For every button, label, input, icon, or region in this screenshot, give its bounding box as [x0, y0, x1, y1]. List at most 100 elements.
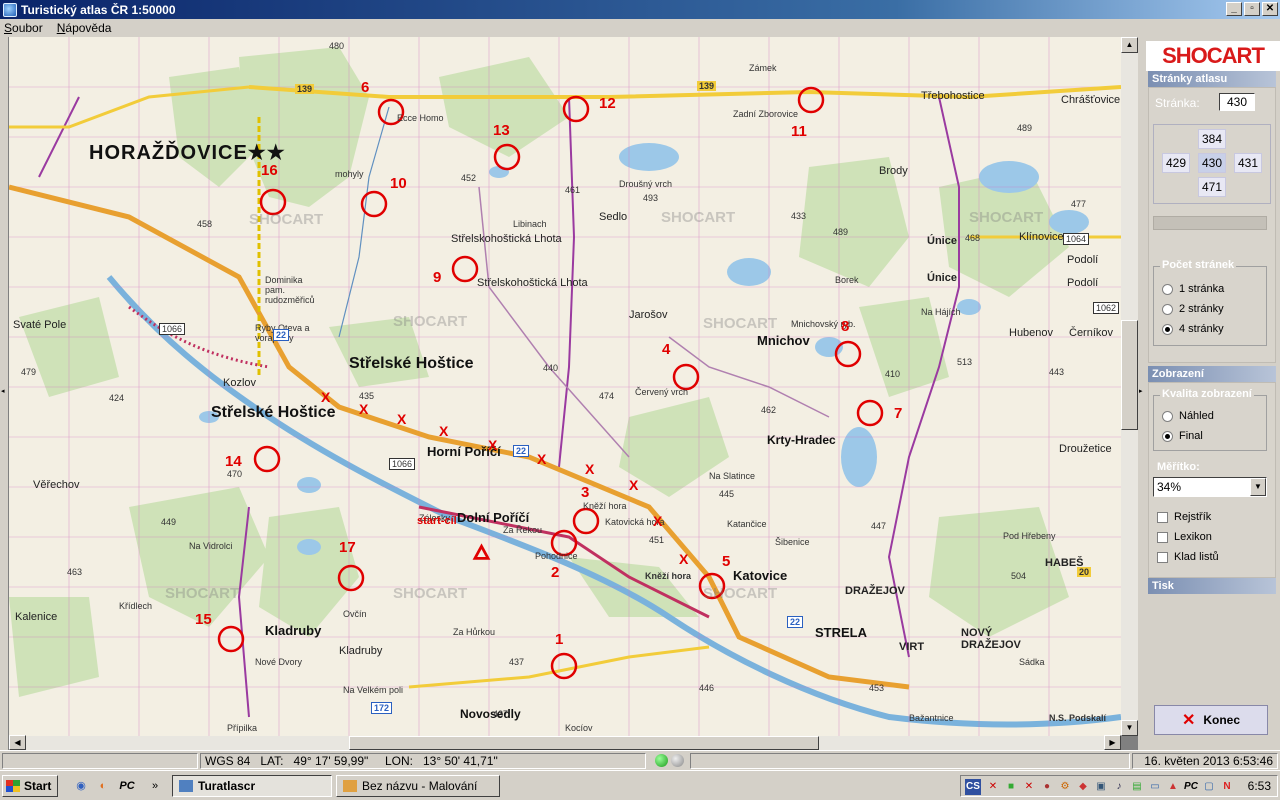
warning-icon[interactable]: ✕ — [1021, 779, 1037, 795]
close-button[interactable]: ✕ — [1262, 2, 1278, 16]
place-za-hurkou: Za Hůrkou — [453, 627, 496, 637]
menu-bar: Soubor Nápověda — [0, 19, 1280, 37]
section-header-display[interactable]: Zobrazení — [1148, 366, 1276, 382]
marker-1[interactable]: 1 — [555, 631, 563, 648]
town-katovice: Katovice — [733, 568, 788, 583]
marker-9[interactable]: 9 — [433, 269, 441, 286]
browser-icon[interactable]: ◉ — [72, 777, 90, 795]
pc-tray-icon[interactable]: PC — [1183, 779, 1199, 795]
minimize-button[interactable]: _ — [1226, 2, 1242, 16]
radio-final[interactable]: Final — [1162, 430, 1203, 442]
scroll-left-icon[interactable]: ◀ — [9, 735, 26, 750]
page-cell-right[interactable]: 431 — [1234, 153, 1262, 173]
map-frame: ◂ HORAŽĎOVICE★★ Střelské Hoštice Střelsk… — [0, 37, 1140, 750]
page-count-title: Počet stránek — [1160, 259, 1237, 271]
map-view[interactable]: HORAŽĎOVICE★★ Střelské Hoštice Střelské … — [9, 37, 1121, 736]
scroll-right-icon[interactable]: ▶ — [1104, 735, 1121, 750]
marker-5[interactable]: 5 — [722, 553, 730, 570]
vertical-scroll-thumb[interactable] — [1121, 320, 1138, 430]
marker-3[interactable]: 3 — [581, 484, 589, 501]
route-mark: X — [679, 551, 689, 567]
marker-10[interactable]: 10 — [390, 175, 407, 192]
taskbar-item-paint[interactable]: Bez názvu - Malování — [336, 775, 500, 797]
spot-height: 513 — [957, 357, 973, 367]
watermark: SHOCART — [703, 315, 778, 332]
restore-button[interactable]: ▫ — [1244, 2, 1260, 16]
checkbox-icon[interactable] — [1157, 551, 1168, 563]
town-novosedly: Novosedly — [460, 707, 521, 721]
road-number: 22 — [787, 616, 804, 628]
antivirus-icon[interactable]: ● — [1039, 779, 1055, 795]
map-horizontal-scrollbar[interactable]: ◀ ▶ — [9, 735, 1121, 750]
monitor-icon[interactable]: ▭ — [1147, 779, 1163, 795]
checkbox-icon[interactable] — [1157, 531, 1168, 543]
exit-button[interactable]: ✕ Konec — [1154, 705, 1268, 735]
marker-12[interactable]: 12 — [599, 95, 616, 112]
section-header-pages[interactable]: Stránky atlasu — [1148, 71, 1276, 87]
pc-app-icon[interactable]: PC — [118, 777, 136, 795]
page-cell-bottom[interactable]: 471 — [1198, 177, 1226, 197]
update-icon[interactable]: ⚙ — [1057, 779, 1073, 795]
scroll-up-icon[interactable]: ▲ — [1121, 37, 1138, 53]
menu-napoveda[interactable]: Nápověda — [57, 21, 112, 35]
security-icon[interactable]: ■ — [1003, 779, 1019, 795]
map-vertical-scrollbar[interactable]: ▲ ▼ — [1121, 37, 1138, 736]
app-tray-icon[interactable]: ▤ — [1129, 779, 1145, 795]
marker-16[interactable]: 16 — [261, 162, 278, 179]
town-svate-pole: Svaté Pole — [13, 319, 67, 331]
tray-flag-icon[interactable]: ▲ — [1165, 779, 1181, 795]
check-klad-listu[interactable]: Klad listů — [1157, 551, 1219, 563]
start-button[interactable]: Start — [2, 775, 58, 797]
place-cerveny-vrch: Červený vrch — [635, 387, 689, 397]
place-ovcin: Ovčín — [343, 609, 367, 619]
chevron-down-icon[interactable]: ▼ — [1250, 478, 1266, 496]
checkbox-icon[interactable] — [1157, 511, 1168, 523]
clock[interactable]: 6:53 — [1248, 779, 1271, 793]
check-lexikon[interactable]: Lexikon — [1157, 531, 1212, 543]
language-icon[interactable]: CS — [965, 779, 981, 795]
side-panel: SHOCART Stránky atlasu Stránka: 430 384 … — [1146, 37, 1280, 750]
radio-2-pages[interactable]: 2 stránky — [1162, 303, 1224, 315]
quicklaunch-more-icon[interactable]: » — [146, 777, 164, 795]
radio-preview[interactable]: Náhled — [1162, 410, 1214, 422]
volume-icon[interactable]: ♪ — [1111, 779, 1127, 795]
page-cell-left[interactable]: 429 — [1162, 153, 1190, 173]
marker-11[interactable]: 11 — [791, 123, 807, 140]
menu-soubor[interactable]: Soubor — [4, 21, 43, 35]
section-header-print[interactable]: Tisk — [1148, 578, 1276, 594]
panel-splitter[interactable]: ▸ — [1138, 37, 1146, 750]
scale-select[interactable]: 34% ▼ — [1153, 477, 1267, 497]
radio-icon[interactable] — [1162, 303, 1173, 315]
radio-icon-selected[interactable] — [1162, 430, 1173, 442]
marker-4[interactable]: 4 — [662, 341, 670, 358]
marker-8[interactable]: 8 — [841, 318, 849, 335]
marker-2[interactable]: 2 — [551, 564, 559, 581]
radio-icon-selected[interactable] — [1162, 323, 1173, 335]
marker-17[interactable]: 17 — [339, 539, 356, 556]
n-tray-icon[interactable]: N — [1219, 779, 1235, 795]
tray-window-icon[interactable]: ▢ — [1201, 779, 1217, 795]
horizontal-scroll-thumb[interactable] — [349, 736, 819, 750]
radio-icon[interactable] — [1162, 410, 1173, 422]
check-rejstrik[interactable]: Rejstřík — [1157, 511, 1211, 523]
place-ryby: Ryby Oteva a vorapluvy — [255, 323, 310, 343]
marker-7[interactable]: 7 — [894, 405, 902, 422]
page-cell-top[interactable]: 384 — [1198, 129, 1226, 149]
spot-height: 479 — [21, 367, 37, 377]
page-input[interactable]: 430 — [1219, 93, 1255, 111]
scroll-down-icon[interactable]: ▼ — [1121, 720, 1138, 736]
taskbar-item-turatlascr[interactable]: Turatlascr — [172, 775, 332, 797]
firefox-icon[interactable]: ◐ — [94, 777, 112, 795]
radio-icon[interactable] — [1162, 283, 1173, 295]
marker-6[interactable]: 6 — [361, 79, 369, 96]
marker-15[interactable]: 15 — [195, 611, 212, 628]
marker-14[interactable]: 14 — [225, 453, 242, 470]
radio-4-pages[interactable]: 4 stránky — [1162, 323, 1224, 335]
network-icon[interactable]: ✕ — [985, 779, 1001, 795]
page-cell-center[interactable]: 430 — [1198, 153, 1226, 173]
marker-13[interactable]: 13 — [493, 122, 510, 139]
shield-icon[interactable]: ◆ — [1075, 779, 1091, 795]
left-collapse-strip[interactable]: ◂ — [0, 37, 9, 750]
display-icon[interactable]: ▣ — [1093, 779, 1109, 795]
radio-1-page[interactable]: 1 stránka — [1162, 283, 1224, 295]
